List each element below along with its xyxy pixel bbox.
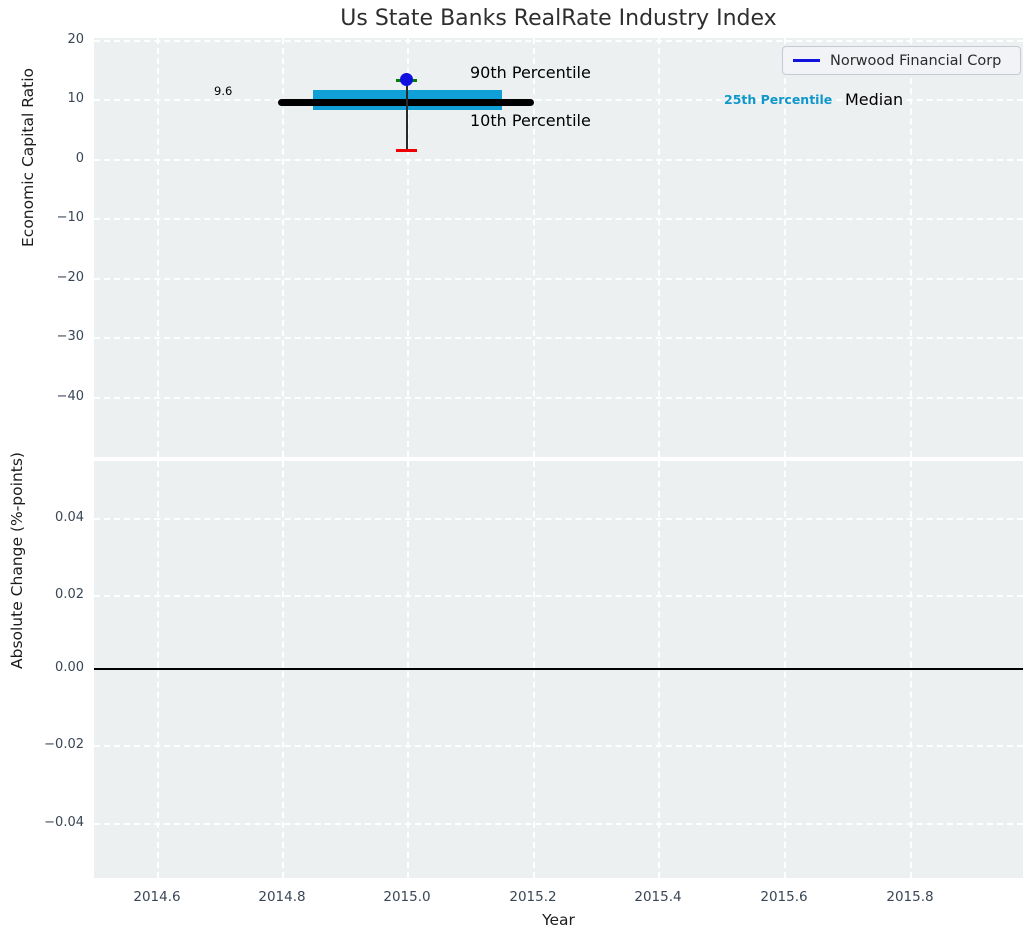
top-subplot: 9.6 90th Percentile 10th Percentile 25th… [94,38,1023,457]
gridline [94,278,1023,280]
gridline [94,337,1023,339]
zero-change-line [94,668,1023,670]
gridline [94,823,1023,825]
legend-label: Norwood Financial Corp [830,53,1001,69]
legend: Norwood Financial Corp [782,46,1021,75]
legend-line-sample [793,59,820,62]
ytick-label: −40 [22,389,84,405]
ytick-label: 20 [22,32,84,48]
percentile-10-cap [396,149,417,152]
xtick-label: 2015.6 [739,889,829,905]
xtick-label: 2014.6 [112,889,202,905]
percentile-10-label: 10th Percentile [470,111,591,130]
gridline [94,595,1023,597]
ytick-label: 0.02 [22,587,84,603]
ytick-label: 0.00 [22,660,84,676]
gridline [94,397,1023,399]
errorbar-line [406,79,408,152]
percentile-90-label: 90th Percentile [470,63,591,82]
ytick-label: −0.02 [22,737,84,753]
gridline [94,518,1023,520]
ytick-label: −0.04 [22,815,84,831]
xtick-label: 2015.8 [865,889,955,905]
gridline [94,218,1023,220]
x-axis-label: Year [94,911,1023,929]
median-label: Median [845,90,903,109]
bottom-subplot [94,461,1023,878]
percentile-25-label: 25th Percentile [724,92,832,107]
median-value-annotation: 9.6 [214,84,232,98]
gridline [94,745,1023,747]
gridline [94,40,1023,42]
company-data-point [400,73,413,86]
xtick-label: 2015.2 [488,889,578,905]
ytick-label: −20 [22,270,84,286]
ytick-label: −30 [22,329,84,345]
xtick-label: 2014.8 [237,889,327,905]
figure: Us State Banks RealRate Industry Index 9… [0,0,1034,942]
ytick-label: 0.04 [22,510,84,526]
xtick-label: 2015.4 [613,889,703,905]
chart-title: Us State Banks RealRate Industry Index [94,6,1023,31]
xtick-label: 2015.0 [362,889,452,905]
gridline [94,159,1023,161]
